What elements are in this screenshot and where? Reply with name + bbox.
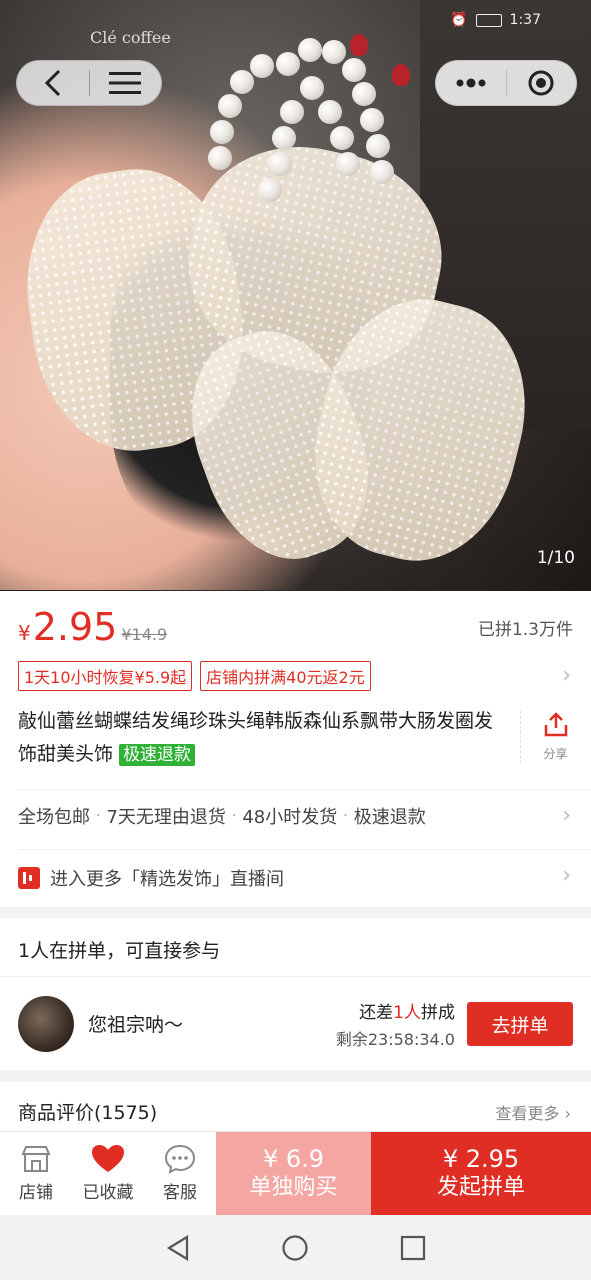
hamburger-menu-icon	[109, 72, 142, 94]
product-image[interactable]: Clé coffee ⏰ 1:37 1/10	[0, 0, 591, 591]
product-title: 敲仙蕾丝蝴蝶结发绳珍珠头绳韩版森仙系飘带大肠发圈发饰甜美头饰 极速退款	[18, 705, 496, 772]
group-label: 发起拼单	[436, 1175, 525, 1200]
promo-tags[interactable]: 1天10小时恢复¥5.9起 店铺内拼满40元返2元	[18, 661, 371, 691]
need-count-text: 还差1人拼成	[359, 998, 455, 1023]
avatar	[18, 996, 74, 1052]
product-title-text: 敲仙蕾丝蝴蝶结发绳珍珠头绳韩版森仙系飘带大肠发圈发饰甜美头饰	[18, 710, 494, 765]
chat-bubble-icon	[164, 1144, 196, 1174]
divider	[0, 976, 591, 977]
view-more-link[interactable]: 查看更多 ›	[495, 1100, 571, 1124]
back-button[interactable]	[17, 61, 89, 105]
start-group-button[interactable]: ¥ 2.95 发起拼单	[371, 1132, 591, 1216]
group-buy-card: 1人在拼单，可直接参与 您祖宗呐～ 还差1人拼成 剩余23:58:34.0 去拼…	[0, 918, 591, 1070]
status-bar: ⏰ 1:37	[450, 12, 541, 28]
battery-icon	[475, 13, 502, 27]
image-counter: 1/10	[536, 548, 575, 568]
promo-tag[interactable]: 1天10小时恢复¥5.9起	[18, 661, 193, 691]
nav-capsule	[16, 60, 162, 106]
store-button[interactable]: 店铺	[0, 1132, 72, 1215]
status-time: 1:37	[509, 12, 541, 28]
chevron-right-icon[interactable]: ›	[562, 803, 571, 828]
fast-refund-badge: 极速退款	[119, 744, 196, 766]
close-button[interactable]	[507, 61, 577, 105]
cafe-sign: Clé coffee	[90, 28, 171, 47]
customer-service-button[interactable]: 客服	[144, 1132, 216, 1215]
separator-dot: ·	[343, 808, 348, 824]
mini-program-capsule	[435, 60, 577, 106]
alarm-icon: ⏰	[450, 12, 468, 28]
service-item: 7天无理由退货	[106, 807, 226, 828]
share-button[interactable]: 分享	[520, 711, 590, 763]
chevron-right-icon[interactable]: ›	[562, 863, 571, 888]
more-dots-icon	[456, 78, 486, 88]
group-buy-title: 1人在拼单，可直接参与	[18, 940, 221, 962]
group-price: ¥ 2.95	[442, 1145, 520, 1173]
view-more-text: 查看更多	[495, 1104, 560, 1123]
nav-back-icon[interactable]	[165, 1234, 191, 1262]
back-chevron-icon	[44, 69, 60, 97]
heart-icon	[92, 1145, 124, 1172]
service-item: 全场包邮	[18, 807, 90, 828]
store-icon	[21, 1146, 51, 1172]
store-label: 店铺	[19, 1183, 53, 1203]
service-item: 48小时发货	[242, 807, 338, 828]
current-price: 2.95	[32, 605, 118, 649]
chevron-right-icon[interactable]: ›	[562, 663, 571, 688]
nav-home-icon[interactable]	[281, 1234, 309, 1262]
join-group-button[interactable]: 去拼单	[467, 1002, 573, 1046]
fingernail	[350, 34, 368, 56]
need-count: 1人	[393, 1003, 421, 1023]
promo-tag[interactable]: 店铺内拼满40元返2元	[200, 661, 371, 691]
favorited-label: 已收藏	[82, 1183, 134, 1203]
countdown-timer: 剩余23:58:34.0	[335, 1030, 455, 1049]
system-navigation-bar	[0, 1215, 591, 1280]
buy-alone-button[interactable]: ¥ 6.9 单独购买	[216, 1132, 371, 1216]
more-button[interactable]	[436, 61, 506, 105]
chevron-right-icon: ›	[564, 1104, 571, 1123]
original-price: ¥14.9	[121, 625, 168, 644]
group-user-name: 您祖宗呐～	[88, 1014, 184, 1036]
service-guarantees[interactable]: 全场包邮 · 7天无理由退货 · 48小时发货 · 极速退款	[18, 803, 426, 829]
live-room-link[interactable]: 进入更多「精选发饰」直播间	[18, 865, 284, 891]
currency-symbol: ¥	[18, 621, 31, 645]
divider	[18, 789, 591, 790]
service-item: 极速退款	[353, 807, 426, 828]
share-label: 分享	[543, 747, 568, 761]
nav-recents-icon[interactable]	[400, 1235, 426, 1261]
reviews-title: 商品评价(1575)	[18, 1102, 158, 1124]
single-label: 单独购买	[249, 1175, 338, 1200]
single-price: ¥ 6.9	[262, 1145, 325, 1173]
fingernail	[392, 64, 410, 86]
reviews-section: 商品评价(1575) 查看更多 ›	[0, 1082, 591, 1132]
live-room-text: 进入更多「精选发饰」直播间	[50, 869, 284, 890]
menu-button[interactable]	[90, 61, 162, 105]
target-close-icon	[528, 70, 554, 96]
live-icon	[18, 867, 40, 889]
bottom-action-bar: 店铺 已收藏 客服 ¥ 6.9 单独购买 ¥ 2.95 发起拼单	[0, 1131, 591, 1216]
divider	[18, 849, 591, 850]
need-suffix: 拼成	[421, 1003, 455, 1023]
sold-count: 已拼1.3万件	[477, 620, 573, 640]
price-row: ¥ 2.95 ¥14.9	[18, 605, 167, 649]
product-info-card: ¥ 2.95 ¥14.9 已拼1.3万件 1天10小时恢复¥5.9起 店铺内拼满…	[0, 591, 591, 907]
need-prefix: 还差	[359, 1003, 394, 1023]
separator-dot: ·	[231, 808, 237, 824]
share-icon	[544, 712, 567, 737]
separator-dot: ·	[96, 808, 101, 824]
favorite-button[interactable]: 已收藏	[72, 1132, 144, 1215]
service-label: 客服	[163, 1183, 197, 1203]
